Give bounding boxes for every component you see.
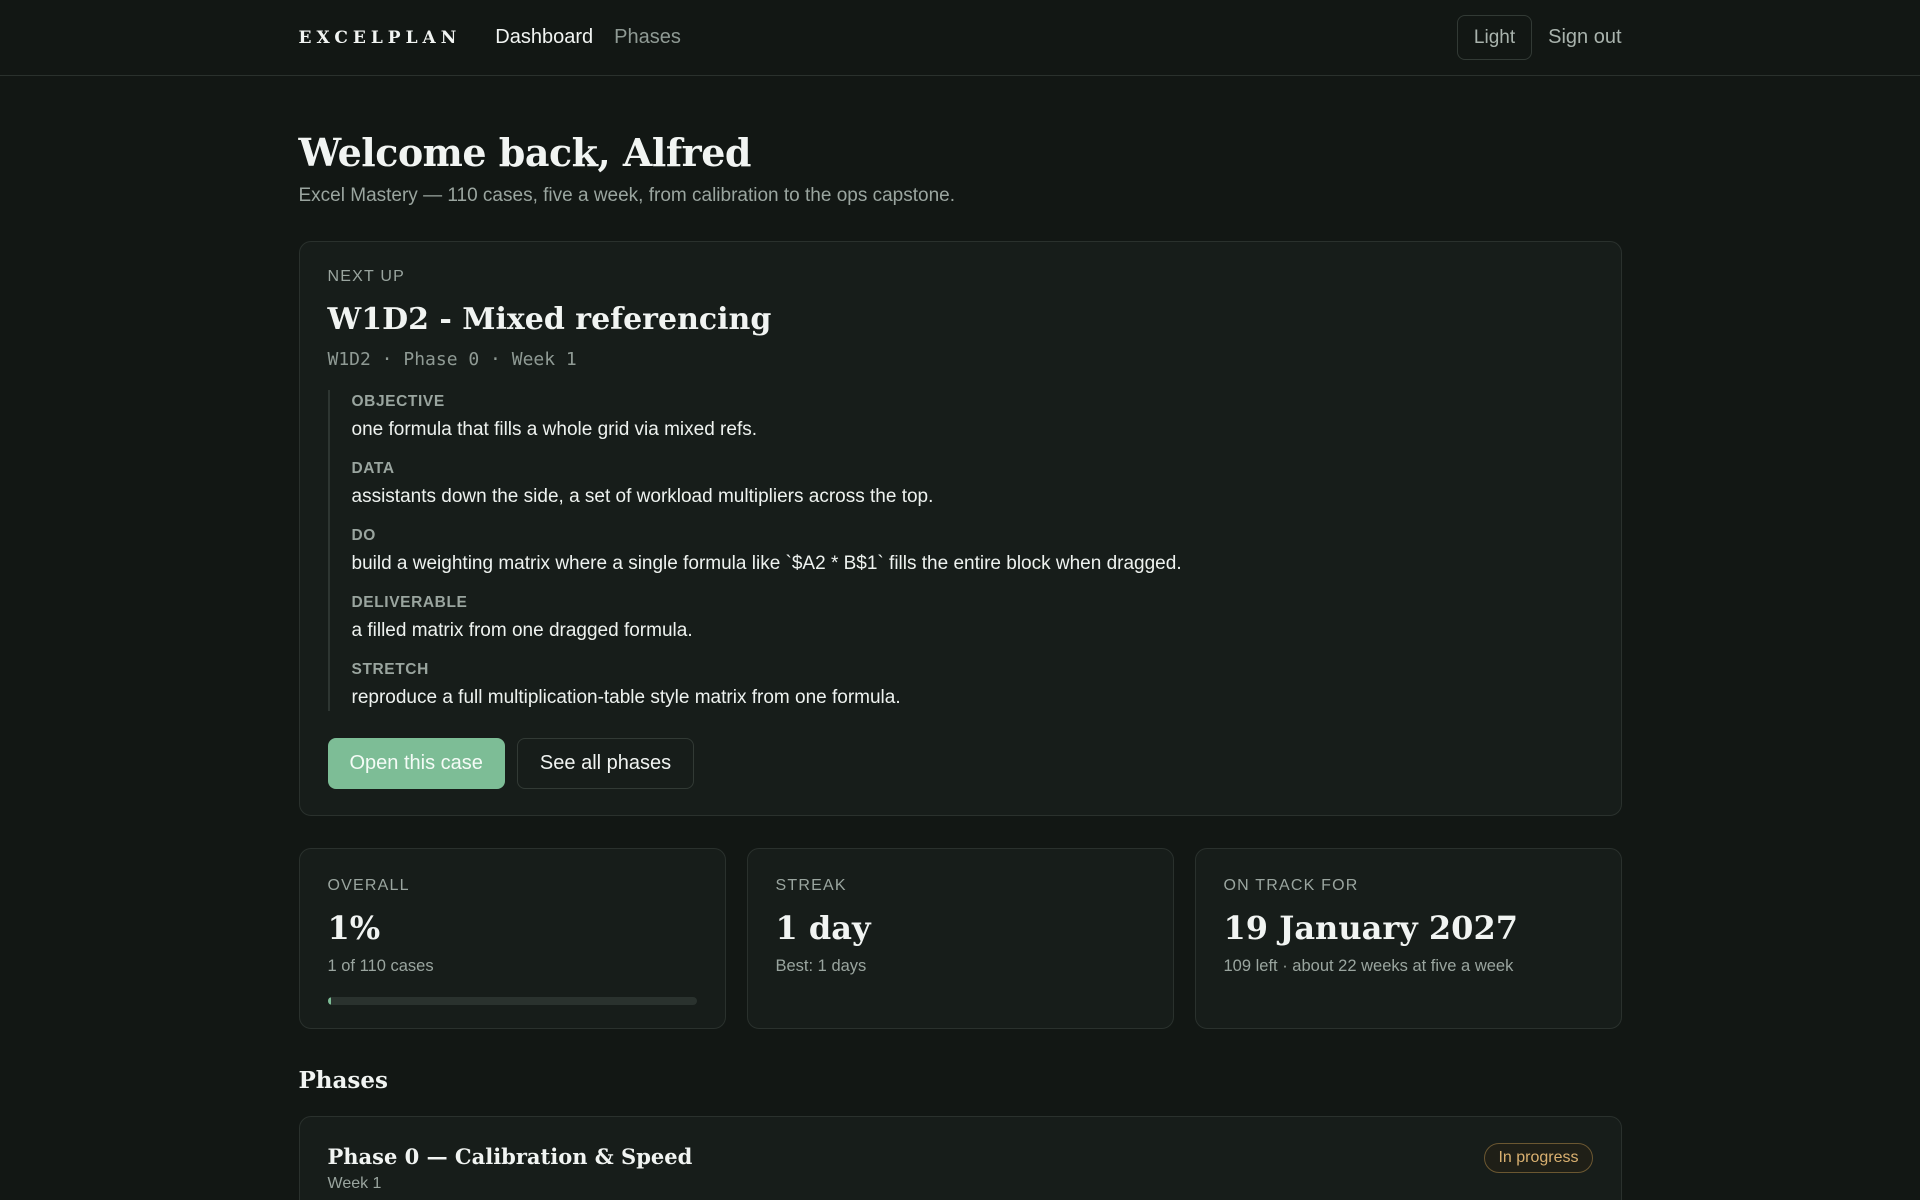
stat-value: 19 January 2027: [1223, 909, 1518, 947]
stat-sub: 109 left · about 22 weeks at five a week: [1223, 957, 1514, 975]
overall-progress-bar: [327, 997, 697, 1005]
brief-stretch: STRETCH reproduce a full multiplication-…: [352, 661, 1593, 709]
brief-text: a filled matrix from one dragged formula…: [351, 620, 693, 641]
brief-label: DATA: [351, 460, 395, 477]
brief-label: STRETCH: [351, 661, 429, 678]
stat-sub: 1 of 110 cases: [327, 957, 434, 975]
stat-value: 1 day: [775, 909, 871, 947]
brief-label: DELIVERABLE: [351, 594, 468, 611]
page-title: Welcome back, Alfred: [298, 130, 752, 175]
brief-label: OBJECTIVE: [351, 393, 445, 410]
stat-label: OVERALL: [327, 877, 410, 894]
stat-label: STREAK: [775, 877, 847, 894]
nav-right: Light Sign out: [1456, 15, 1622, 60]
stat-streak: STREAK 1 day Best: 1 days: [746, 848, 1174, 1029]
stat-value: 1%: [327, 909, 381, 947]
stat-sub: Best: 1 days: [775, 957, 867, 975]
stats-row: OVERALL 1% 1 of 110 cases STREAK 1 day B…: [298, 848, 1622, 1029]
nav-link-dashboard[interactable]: Dashboard: [495, 26, 593, 49]
brief-text: one formula that fills a whole grid via …: [351, 419, 758, 440]
welcome-hero: Welcome back, Alfred Excel Mastery — 110…: [299, 76, 1622, 207]
page-subtitle: Excel Mastery — 110 cases, five a week, …: [298, 185, 956, 206]
main-content: Welcome back, Alfred Excel Mastery — 110…: [298, 76, 1622, 1200]
next-up-card: NEXT UP W1D2 - Mixed referencing W1D2 · …: [298, 241, 1622, 816]
see-all-phases-button[interactable]: See all phases: [516, 738, 695, 789]
brief-text: build a weighting matrix where a single …: [351, 553, 1182, 574]
case-actions: Open this case See all phases: [327, 738, 1593, 789]
brief-label: DO: [351, 527, 376, 544]
phase-card[interactable]: Phase 0 — Calibration & Speed Week 1 In …: [298, 1116, 1622, 1200]
status-badge: In progress: [1484, 1143, 1593, 1173]
case-meta: W1D2 · Phase 0 · Week 1: [327, 349, 577, 370]
overall-progress-fill: [327, 997, 332, 1005]
brief-do: DO build a weighting matrix where a sing…: [352, 527, 1593, 575]
brief-text: assistants down the side, a set of workl…: [351, 486, 934, 507]
stat-on-track: ON TRACK FOR 19 January 2027 109 left · …: [1194, 848, 1622, 1029]
brief-deliverable: DELIVERABLE a filled matrix from one dra…: [352, 594, 1593, 642]
sign-out-link[interactable]: Sign out: [1548, 26, 1621, 49]
next-up-label: NEXT UP: [327, 268, 405, 285]
open-case-button[interactable]: Open this case: [327, 738, 505, 789]
case-brief: OBJECTIVE one formula that fills a whole…: [327, 390, 1593, 711]
stat-overall: OVERALL 1% 1 of 110 cases: [298, 848, 726, 1029]
top-navigation: EXCELPLAN Dashboard Phases Light Sign ou…: [0, 0, 1920, 76]
phase-info: Phase 0 — Calibration & Speed Week 1: [328, 1144, 693, 1193]
nav-link-phases[interactable]: Phases: [614, 26, 681, 49]
phases-section-title: Phases: [298, 1067, 388, 1094]
brand-logo[interactable]: EXCELPLAN: [299, 28, 462, 48]
phase-week: Week 1: [327, 1175, 382, 1192]
brief-data: DATA assistants down the side, a set of …: [352, 460, 1593, 508]
case-title: W1D2 - Mixed referencing: [327, 302, 772, 337]
phase-title: Phase 0 — Calibration & Speed: [327, 1144, 693, 1169]
theme-toggle-button[interactable]: Light: [1456, 15, 1533, 60]
brief-text: reproduce a full multiplication-table st…: [351, 687, 901, 708]
nav-left: EXCELPLAN Dashboard Phases: [299, 26, 702, 49]
brief-objective: OBJECTIVE one formula that fills a whole…: [352, 393, 1593, 441]
stat-label: ON TRACK FOR: [1223, 877, 1359, 894]
